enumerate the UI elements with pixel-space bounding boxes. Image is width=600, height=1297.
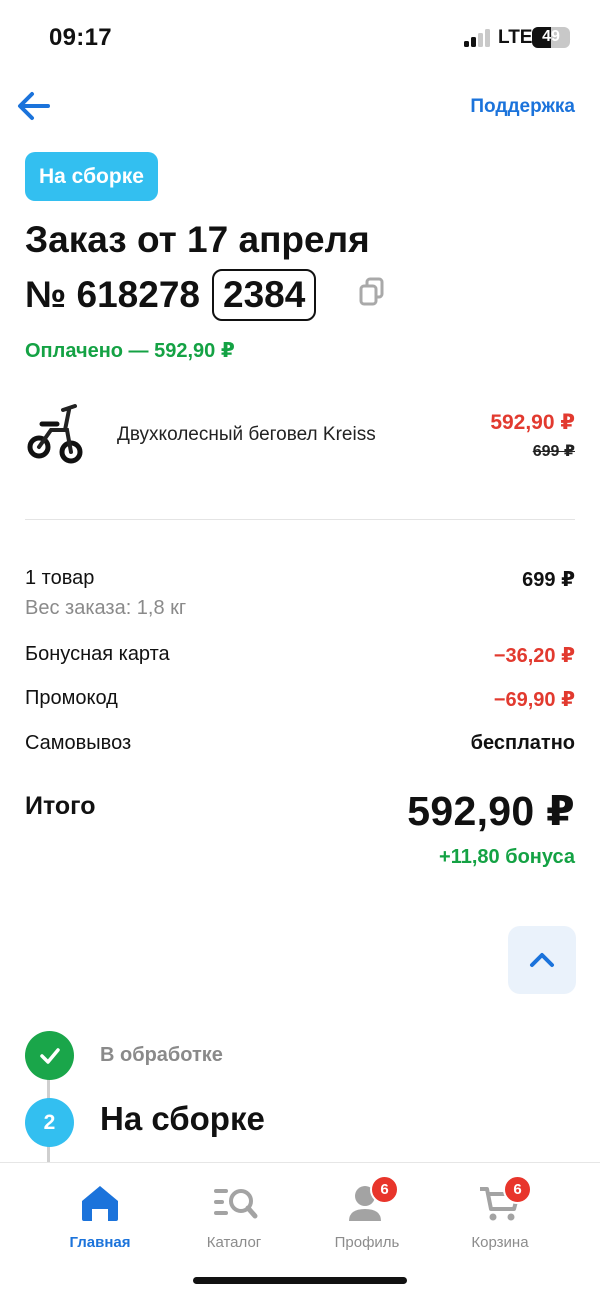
order-number-prefix: № 618278 (25, 273, 200, 315)
collapse-button[interactable] (508, 926, 576, 994)
total-value: 592,90 ₽ (407, 788, 575, 834)
bonus-card-label: Бонусная карта (25, 643, 170, 665)
order-weight: Вес заказа: 1,8 кг (25, 597, 187, 619)
order-number-highlight: 2384 (212, 268, 317, 321)
item-old-price: 699 ₽ (532, 443, 575, 460)
tab-home[interactable]: Главная (40, 1183, 160, 1251)
tab-cart-label: Корзина (471, 1234, 529, 1251)
step-done-indicator (25, 1031, 74, 1080)
signal-icon (464, 29, 494, 47)
status-bar: 09:17 LTE 49 (0, 0, 600, 76)
tab-cart[interactable]: 6 Корзина (440, 1175, 560, 1251)
copy-icon[interactable] (358, 276, 386, 308)
cart-icon: 6 (478, 1175, 532, 1223)
order-title: Заказ от 17 апреля (25, 219, 370, 260)
battery-level: 49 (542, 28, 560, 45)
home-indicator (193, 1277, 407, 1284)
home-icon (78, 1183, 122, 1223)
check-icon (39, 1047, 60, 1064)
bonus-card-value: −36,20 ₽ (493, 645, 575, 667)
tab-catalog[interactable]: Каталог (174, 1183, 294, 1251)
step-assembling-label: На сборке (100, 1100, 265, 1137)
tab-profile[interactable]: 6 Профиль (307, 1175, 427, 1251)
status-time: 09:17 (49, 24, 112, 51)
divider (25, 519, 575, 520)
battery-icon: 49 (532, 27, 570, 48)
pickup-label: Самовывоз (25, 732, 132, 754)
network-type: LTE (498, 27, 533, 48)
profile-icon: 6 (345, 1175, 399, 1223)
pickup-value: бесплатно (470, 732, 575, 754)
step-processing-label: В обработке (100, 1044, 223, 1066)
payment-status: Оплачено — 592,90 ₽ (25, 340, 235, 362)
promo-label: Промокод (25, 687, 118, 709)
back-button[interactable] (14, 86, 54, 126)
tab-catalog-label: Каталог (206, 1234, 262, 1251)
catalog-search-icon (212, 1183, 258, 1223)
order-number: № 618278 2384 (25, 268, 317, 321)
promo-value: −69,90 ₽ (493, 689, 575, 711)
item-name[interactable]: Двухколесный беговел Kreiss (117, 424, 376, 446)
tab-home-label: Главная (69, 1234, 131, 1251)
cart-badge: 6 (503, 1175, 532, 1204)
tab-profile-label: Профиль (334, 1234, 400, 1251)
total-label: Итого (25, 792, 96, 820)
bonus-earned: +11,80 бонуса (439, 846, 575, 868)
item-price: 592,90 ₽ (490, 411, 575, 434)
order-status-badge: На сборке (25, 152, 158, 201)
chevron-up-icon (530, 953, 554, 967)
items-total-value: 699 ₽ (522, 569, 575, 591)
support-link[interactable]: Поддержка (470, 96, 575, 118)
profile-badge: 6 (370, 1175, 399, 1204)
arrow-left-icon (18, 92, 50, 120)
items-count-label: 1 товар (25, 567, 95, 589)
step-current-number: 2 (25, 1098, 74, 1147)
balance-bike-image[interactable] (25, 400, 89, 472)
